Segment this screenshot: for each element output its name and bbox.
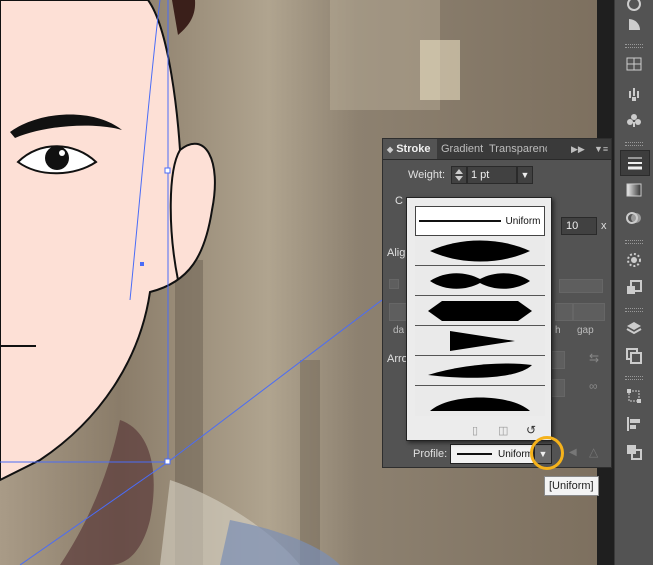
profile-option-width-6[interactable]	[415, 386, 545, 416]
artboards-icon[interactable]	[620, 344, 648, 368]
panel-expand-icon[interactable]: ▶▶	[571, 139, 585, 159]
tab-stroke[interactable]: ◆ Stroke	[383, 139, 437, 159]
brushes-icon[interactable]	[620, 82, 648, 106]
panel-grip[interactable]	[625, 240, 643, 244]
profile-option-width-4[interactable]	[415, 326, 545, 356]
stroke-icon[interactable]	[620, 150, 650, 176]
reset-profile-icon[interactable]: ↺	[526, 423, 536, 437]
highlight-ring	[530, 436, 564, 470]
limit-input[interactable]: 10	[561, 217, 597, 235]
profile-option-width-5[interactable]	[415, 356, 545, 386]
gradient-icon[interactable]	[620, 178, 648, 202]
pathfinder-icon[interactable]	[620, 440, 648, 464]
profile-option-width-3[interactable]	[415, 296, 545, 326]
tab-gradient[interactable]: Gradient	[441, 139, 483, 159]
dash-field-3[interactable]	[555, 303, 573, 321]
panel-grip[interactable]	[625, 308, 643, 312]
spin-arrows-icon[interactable]	[451, 166, 467, 184]
add-profile-icon[interactable]: ▯	[472, 424, 478, 437]
dashed-line-checkbox[interactable]	[389, 279, 399, 289]
cap-label: C	[395, 195, 403, 207]
graphic-styles-icon[interactable]	[620, 276, 648, 300]
color-guide-icon[interactable]	[620, 12, 648, 36]
swatches-icon[interactable]	[620, 52, 648, 76]
weight-label: Weight:	[408, 169, 446, 181]
gap-field-3[interactable]	[573, 303, 605, 321]
weight-dropdown-arrow-icon[interactable]: ▼	[517, 166, 533, 184]
tooltip: [Uniform]	[544, 476, 599, 496]
arrowheads-label: Arro	[387, 353, 408, 365]
dash-field-1[interactable]	[389, 303, 407, 321]
align-label: Alig	[387, 247, 406, 259]
dash-label: da	[393, 325, 405, 336]
profile-dropdown-menu: Uniform	[406, 197, 552, 441]
panel-menu-icon[interactable]: ▼≡	[594, 139, 608, 159]
appearance-icon[interactable]	[620, 248, 648, 272]
collapsed-panel-strip	[614, 0, 653, 565]
weight-input[interactable]: 1 pt	[467, 166, 517, 184]
profile-label: Profile:	[413, 448, 448, 460]
panel-grip[interactable]	[625, 142, 643, 146]
profile-option-width-1[interactable]	[415, 236, 545, 266]
flip-icon[interactable]: △	[589, 445, 598, 459]
transparency-icon[interactable]	[620, 206, 648, 230]
link-scale-icon[interactable]: ∞	[589, 379, 598, 393]
gap-label: gap	[577, 325, 594, 336]
transform-icon[interactable]	[620, 384, 648, 408]
dash-label-3: h	[555, 325, 561, 336]
arrowhead-scale-field[interactable]	[551, 379, 565, 397]
tab-transparency[interactable]: Transparency	[489, 139, 547, 159]
profile-option-width-2[interactable]	[415, 266, 545, 296]
arrowhead-dropdown[interactable]	[551, 351, 565, 369]
panel-grip[interactable]	[625, 44, 643, 48]
profile-option-uniform[interactable]: Uniform	[415, 206, 545, 236]
flip-along-icon[interactable]: ◀	[569, 447, 577, 458]
layers-icon[interactable]	[620, 316, 648, 340]
delete-profile-icon[interactable]: ◫	[498, 424, 508, 437]
panel-tab-bar: ◆ Stroke Gradient Transparency ▶▶ ▼≡	[383, 139, 611, 160]
swap-arrowheads-icon[interactable]: ⇆	[589, 351, 599, 365]
panel-grip[interactable]	[625, 376, 643, 380]
profile-footer-icons: ▯ ◫ ↺	[472, 423, 546, 438]
align-icon[interactable]	[620, 412, 648, 436]
dash-align-buttons[interactable]	[559, 279, 603, 293]
limit-unit: x	[601, 220, 607, 232]
symbols-icon[interactable]	[620, 108, 648, 132]
profile-select[interactable]: Uniform	[450, 444, 534, 464]
